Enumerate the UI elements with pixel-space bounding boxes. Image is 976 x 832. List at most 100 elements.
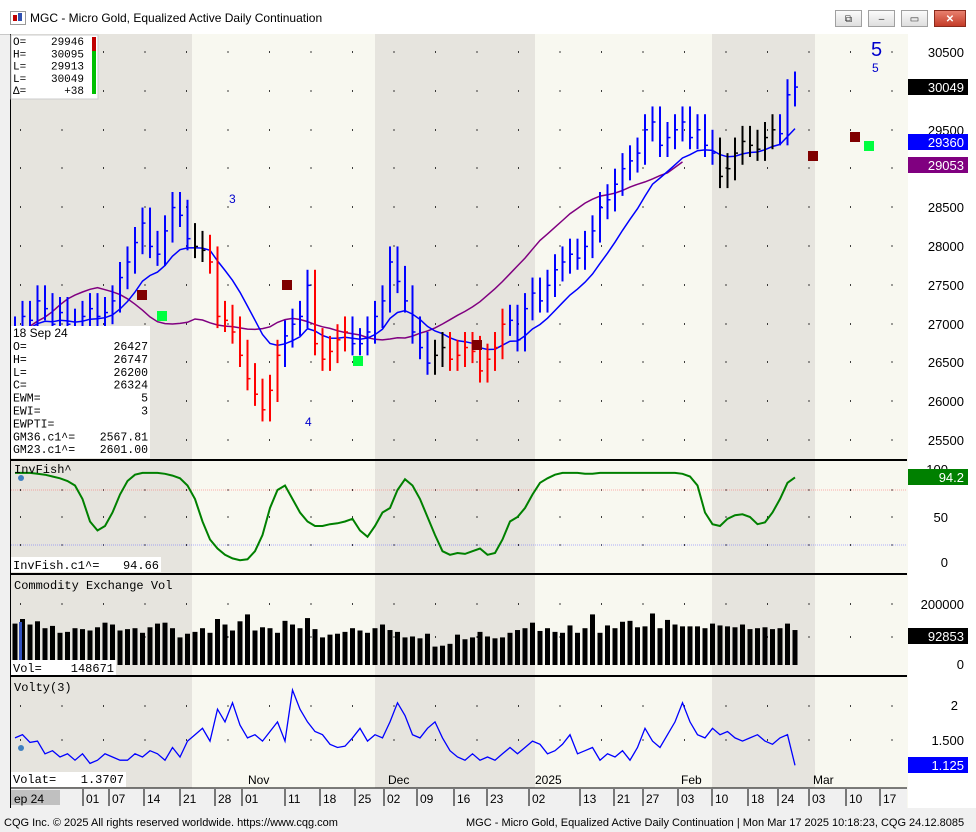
volume-bar (680, 626, 685, 665)
price-bar (606, 184, 611, 220)
price-bar (299, 300, 303, 336)
cursor-label: GM36.c1^= (13, 431, 75, 444)
signal-square-buy (864, 141, 874, 151)
ohlc-value: 30049 (51, 74, 84, 86)
volume-bar (132, 628, 138, 665)
price-bar (674, 114, 678, 150)
date-label: 21 (183, 792, 197, 806)
volume-bar (117, 630, 123, 665)
month-band (375, 34, 535, 808)
volume-tick: 200000 (921, 597, 964, 612)
volume-bar (642, 626, 648, 665)
volume-bar (785, 623, 790, 665)
date-label: 27 (646, 792, 660, 806)
volty-readout-value: 1.3707 (81, 773, 124, 787)
volume-bar (387, 630, 393, 665)
invfish-last-value: 94.2 (939, 470, 964, 485)
date-label: 10 (849, 792, 863, 806)
volume-bar (522, 628, 528, 665)
volume-bar (545, 628, 550, 665)
volume-bar (447, 643, 453, 665)
volty-tick: 1.500 (931, 733, 964, 748)
signal-square-sell (850, 132, 860, 142)
date-label: 09 (420, 792, 434, 806)
volume-bar (335, 633, 340, 665)
volume-bar (792, 630, 798, 665)
cursor-label: L= (13, 367, 27, 380)
volume-bar (777, 628, 783, 665)
price-tick: 26000 (928, 394, 964, 409)
volume-bar (402, 637, 408, 665)
cursor-value: 2601.00 (100, 444, 148, 457)
price-bar (344, 316, 348, 352)
volume-bar (215, 619, 220, 665)
volume-bar (395, 631, 400, 665)
ohlc-value: 30095 (51, 49, 84, 61)
volume-bar (372, 628, 378, 665)
price-tick: 27500 (928, 278, 964, 293)
chart-svg[interactable]: 5534O= 29946H= 30095L= 29913L= 30049Δ= +3818 … (0, 0, 976, 832)
volume-bar (260, 627, 265, 665)
volume-bar (672, 624, 678, 665)
volume-bar (507, 632, 513, 665)
volty-readout-label: Volat= (13, 773, 56, 787)
volume-bar (725, 626, 730, 665)
volume-bar (72, 628, 78, 665)
footer-copyright: CQG Inc. © 2025 All rights reserved worl… (4, 817, 338, 829)
wave-label-small-5: 5 (872, 61, 879, 75)
price-bar (561, 246, 566, 282)
cursor-value: 5 (141, 393, 148, 406)
price-tick: 27000 (928, 317, 964, 332)
volume-bar (162, 622, 168, 665)
signal-square-buy (353, 356, 363, 366)
signal-square-sell (472, 340, 482, 350)
date-label: 24 (781, 792, 795, 806)
price-tick: 28000 (928, 239, 964, 254)
price-bar (306, 269, 311, 329)
month-label: Nov (248, 773, 269, 787)
price-bar (366, 316, 371, 356)
volume-bar (275, 632, 280, 665)
ohlc-label: Δ= (13, 86, 26, 98)
volume-bar (485, 636, 490, 665)
cursor-value: 26427 (113, 341, 148, 354)
volume-bar (635, 627, 640, 665)
volume-bar (732, 627, 738, 665)
footer-info: MGC - Micro Gold, Equalized Active Daily… (466, 817, 965, 829)
price-bar (651, 106, 656, 142)
volume-bar (410, 636, 415, 665)
price-bar (681, 106, 686, 142)
pane-separator (11, 573, 907, 575)
volty-title: Volty(3) (14, 681, 72, 695)
price-bar (261, 378, 266, 422)
price-bar (576, 238, 581, 270)
volume-bar (605, 625, 610, 665)
price-bar (194, 223, 198, 259)
volume-bar (140, 632, 145, 665)
wave-label-4: 4 (305, 415, 312, 429)
ohlc-label: H= (13, 49, 26, 61)
volume-bar (185, 633, 190, 665)
volume-bar (477, 631, 483, 665)
wave-label-3: 3 (229, 192, 236, 206)
volume-bar (290, 624, 295, 665)
date-label: 21 (617, 792, 631, 806)
ohlc-box-bar-red (92, 37, 96, 51)
price-bar (659, 106, 663, 157)
volume-bar (155, 623, 160, 665)
month-label: Dec (388, 773, 409, 787)
wave-label-big-5: 5 (871, 39, 882, 61)
date-label: 03 (812, 792, 826, 806)
last-price-value: 30049 (928, 80, 964, 95)
month-label: Mar (813, 773, 834, 787)
date-label: 01 (86, 792, 100, 806)
ohlc-value: 29913 (51, 62, 84, 74)
volty-tick: 2 (951, 698, 958, 713)
volume-bar (747, 629, 753, 665)
volume-bar (755, 628, 760, 665)
price-bar (614, 168, 618, 212)
volume-highlight-bar (19, 622, 22, 665)
volume-bar (125, 629, 130, 665)
volume-bar (710, 623, 715, 665)
price-bar (216, 246, 221, 329)
